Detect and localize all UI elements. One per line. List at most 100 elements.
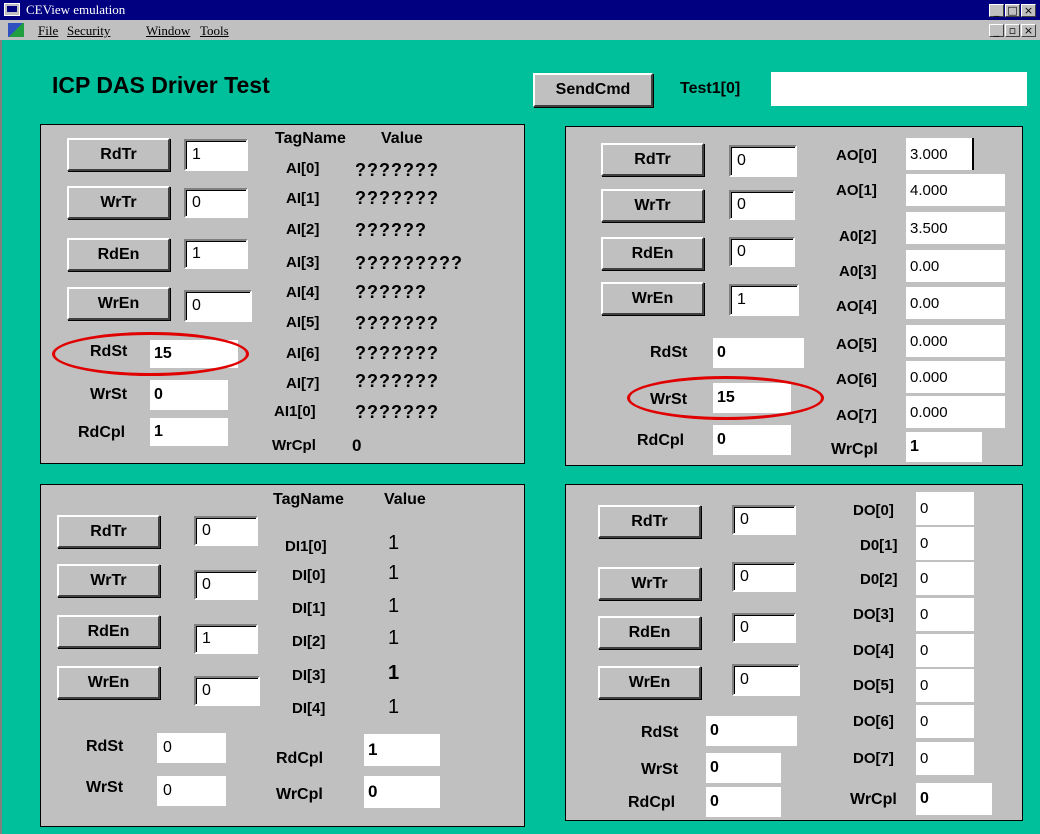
doc-minimize-button[interactable]: _ [989,24,1004,37]
doc-restore-button[interactable]: ▫ [1005,24,1020,37]
di-wren-button[interactable]: WrEn [57,666,160,699]
do-wrst-value: 0 [706,753,781,783]
do-tag: DO[6] [853,713,894,730]
ai-rdst-label: RdSt [90,343,128,360]
do-value-field[interactable]: 0 [916,705,974,738]
do-value-field[interactable]: 0 [916,742,974,775]
di-tag: DI1[0] [285,538,327,555]
menu-file[interactable]: File [38,23,58,39]
menu-security[interactable]: Security [67,23,110,39]
ao-wren-button[interactable]: WrEn [601,282,704,315]
ai-rden-field[interactable]: 1 [184,239,248,269]
di-wrst-value: 0 [157,776,226,806]
di-wrst-label: WrSt [86,779,124,796]
di-value: 1 [388,532,400,554]
do-value-field[interactable]: 0 [916,562,974,595]
maximize-button[interactable]: □ [1005,4,1020,17]
ao-value-field[interactable]: 0.000 [906,325,1005,357]
ao-value-field[interactable]: 0.00 [906,250,1005,282]
di-wrtr-button[interactable]: WrTr [57,564,160,597]
ao-rden-button[interactable]: RdEn [601,237,704,270]
ao-rdtr-button[interactable]: RdTr [601,143,704,176]
di-rden-field[interactable]: 1 [194,624,258,654]
do-rden-field[interactable]: 0 [732,613,796,643]
ao-wrtr-field[interactable]: 0 [729,190,795,220]
do-tag: DO[4] [853,642,894,659]
do-rdcpl-label: RdCpl [628,794,676,811]
ao-tag: AO[0] [836,147,877,164]
doc-close-button[interactable]: × [1021,24,1036,37]
do-value-field[interactable]: 0 [916,492,974,525]
do-value-field[interactable]: 0 [916,634,974,667]
do-rdst-value: 0 [706,716,797,746]
ao-rden-field[interactable]: 0 [729,237,795,267]
ai-tag: AI[4] [286,284,320,301]
ao-tag: AO[6] [836,371,877,388]
ao-value-field[interactable]: 3.000 [906,138,974,170]
ao-wrtr-button[interactable]: WrTr [601,189,704,222]
ao-value-field[interactable]: 0.00 [906,287,1005,319]
minimize-button[interactable]: _ [989,4,1004,17]
ai-rdtr-button[interactable]: RdTr [67,138,170,171]
ai-value: ??????? [355,313,439,333]
ai-tag: AI1[0] [274,403,316,420]
sendcmd-button[interactable]: SendCmd [533,73,653,107]
do-rdtr-button[interactable]: RdTr [598,505,701,538]
ai-wren-field[interactable]: 0 [184,290,252,322]
di-rdst-label: RdSt [86,738,124,755]
do-tag: DO[5] [853,677,894,694]
do-value-field[interactable]: 0 [916,669,974,702]
ao-wrcpl-label: WrCpl [831,441,878,458]
ao-value-field[interactable]: 0.000 [906,396,1005,428]
test-input[interactable] [771,72,1027,106]
ao-rdst-label: RdSt [650,344,688,361]
app-icon [4,3,20,16]
page-title: ICP DAS Driver Test [52,72,270,98]
menu-tools[interactable]: Tools [200,23,229,39]
di-tagname-header: TagName [273,491,344,508]
di-rdcpl-value: 1 [364,734,440,766]
do-rden-button[interactable]: RdEn [598,616,701,649]
ao-tag: AO[7] [836,407,877,424]
do-value-field[interactable]: 0 [916,598,974,631]
ai-tag: AI[2] [286,221,320,238]
ao-rdtr-field[interactable]: 0 [729,145,797,177]
do-rdtr-field[interactable]: 0 [732,505,796,535]
ai-rdcpl-value: 1 [150,418,228,446]
ao-value-field[interactable]: 3.500 [906,212,1005,244]
di-wren-field[interactable]: 0 [194,676,260,706]
do-value-field[interactable]: 0 [916,527,974,560]
ao-tag: AO[1] [836,182,877,199]
ai-wren-button[interactable]: WrEn [67,287,170,320]
menu-window[interactable]: Window [146,23,190,39]
close-button[interactable]: × [1021,4,1036,17]
window-title: CEView emulation [26,2,126,17]
ao-wrst-value: 15 [713,383,791,413]
ai-value: ????????? [355,253,463,273]
ao-value-field[interactable]: 4.000 [906,174,1005,206]
ai-rden-button[interactable]: RdEn [67,238,170,271]
di-rden-button[interactable]: RdEn [57,615,160,648]
di-rdcpl-label: RdCpl [276,750,324,767]
di-rdtr-field[interactable]: 0 [194,516,258,546]
menu-bar: File Security Window Tools _ ▫ × [0,20,1040,40]
di-rdtr-button[interactable]: RdTr [57,515,160,548]
ai-wrtr-field[interactable]: 0 [184,188,248,218]
ai-value: ?????? [355,220,427,240]
di-value: 1 [388,662,400,684]
ai-rdtr-field[interactable]: 1 [184,139,248,171]
ai-rdcpl-label: RdCpl [78,424,126,441]
do-wrst-label: WrSt [641,761,679,778]
di-value: 1 [388,696,400,718]
ao-value-field[interactable]: 0.000 [906,361,1005,393]
do-wren-button[interactable]: WrEn [598,666,701,699]
ai-wrtr-button[interactable]: WrTr [67,186,170,219]
do-wrcpl-value: 0 [916,783,992,815]
do-wren-field[interactable]: 0 [732,664,800,696]
ao-rdst-value: 0 [713,338,804,368]
do-wrtr-button[interactable]: WrTr [598,567,701,600]
ai-value: ??????? [355,188,439,208]
di-wrtr-field[interactable]: 0 [194,570,258,600]
ao-wren-field[interactable]: 1 [729,284,799,316]
do-wrtr-field[interactable]: 0 [732,562,796,592]
